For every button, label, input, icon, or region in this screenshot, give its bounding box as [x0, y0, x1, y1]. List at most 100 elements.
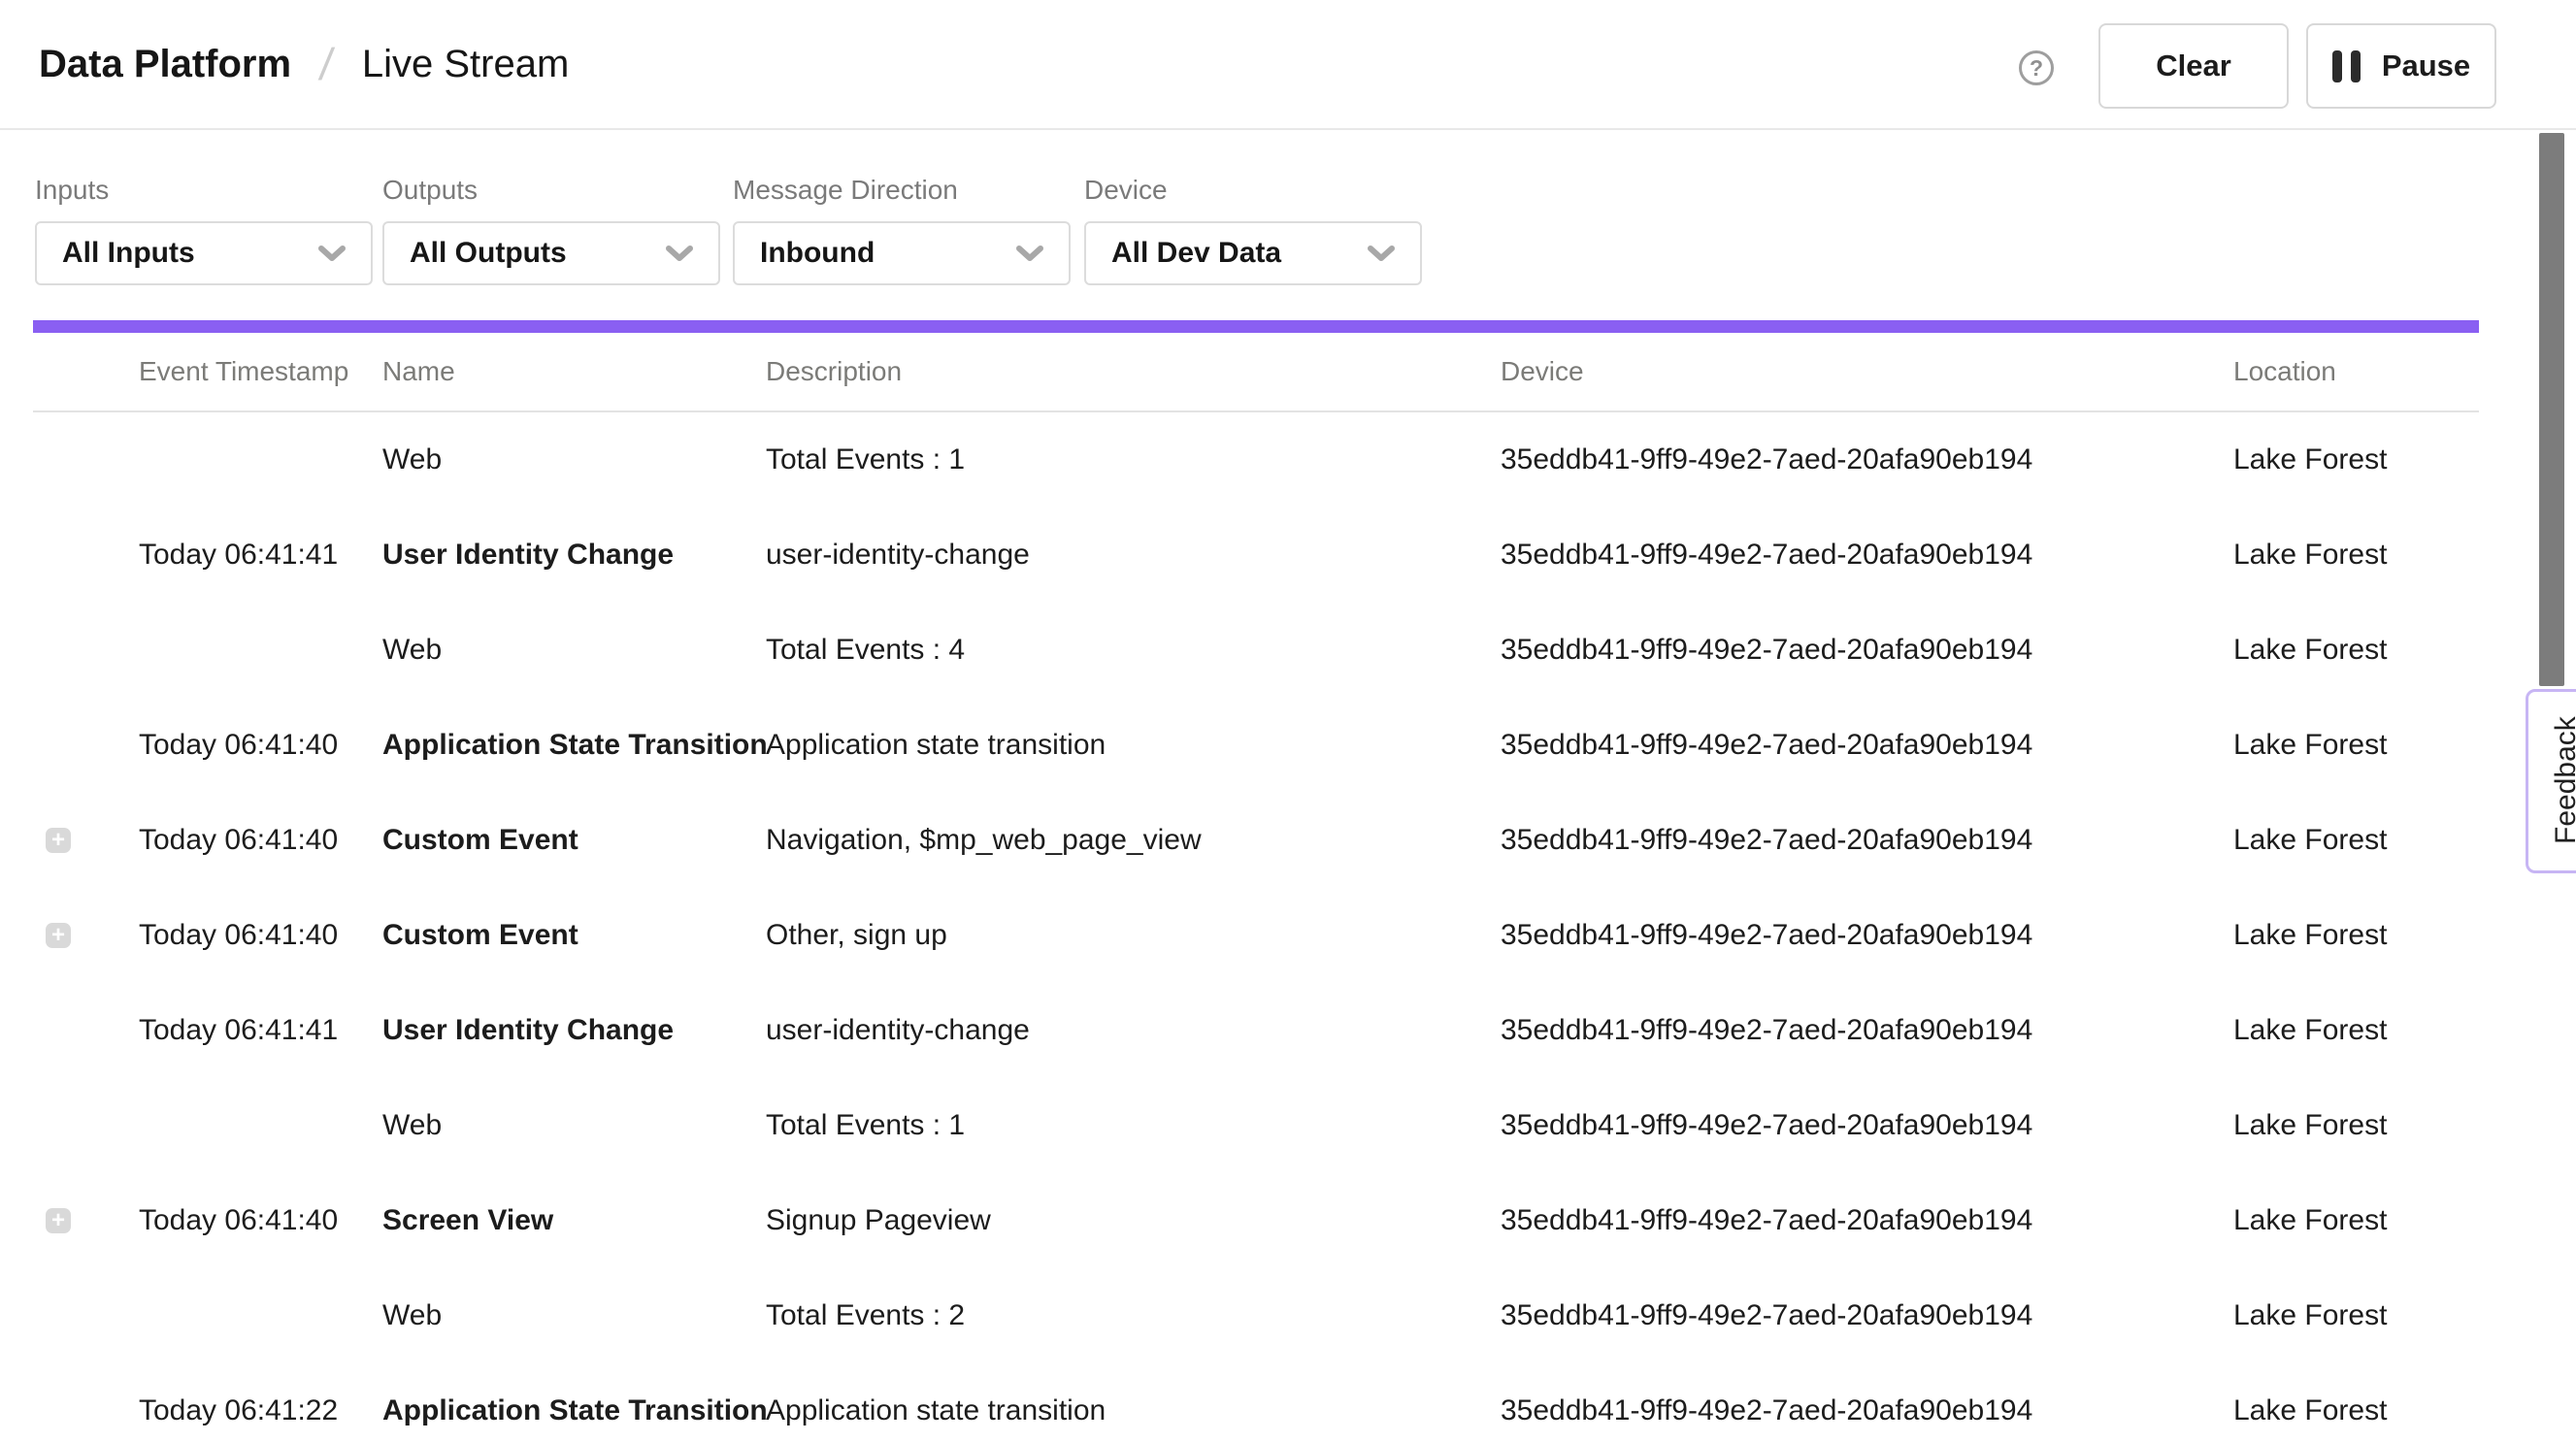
clear-button[interactable]: Clear [2098, 23, 2289, 109]
row-location: Lake Forest [2233, 1014, 2387, 1047]
row-name: Web [382, 443, 442, 476]
row-name: Screen View [382, 1204, 553, 1237]
row-description: user-identity-change [766, 539, 1030, 572]
chevron-down-icon [666, 246, 693, 262]
row-device: 35eddb41-9ff9-49e2-7aed-20afa90eb194 [1501, 443, 2032, 476]
row-device: 35eddb41-9ff9-49e2-7aed-20afa90eb194 [1501, 1204, 2032, 1237]
row-description: Application state transition [766, 729, 1106, 762]
table-row[interactable]: Web Total Events : 4 35eddb41-9ff9-49e2-… [33, 603, 2479, 698]
row-device: 35eddb41-9ff9-49e2-7aed-20afa90eb194 [1501, 634, 2032, 667]
row-description: Navigation, $mp_web_page_view [766, 824, 1202, 857]
table-row[interactable]: Web Total Events : 1 35eddb41-9ff9-49e2-… [33, 1078, 2479, 1173]
row-description: Total Events : 4 [766, 634, 965, 667]
clear-button-label: Clear [2156, 49, 2231, 83]
chevron-down-icon [1368, 246, 1395, 262]
row-device: 35eddb41-9ff9-49e2-7aed-20afa90eb194 [1501, 824, 2032, 857]
filter-inputs-label: Inputs [35, 175, 373, 206]
filter-message-direction: Message Direction Inbound [733, 175, 1071, 285]
expand-row-button[interactable]: + [46, 1208, 71, 1233]
row-location: Lake Forest [2233, 919, 2387, 952]
row-device: 35eddb41-9ff9-49e2-7aed-20afa90eb194 [1501, 1299, 2032, 1332]
feedback-tab[interactable]: Feedback [2526, 689, 2576, 873]
row-event-timestamp: Today 06:41:40 [139, 919, 338, 952]
vertical-scrollbar[interactable] [2539, 133, 2564, 686]
chevron-down-icon [318, 246, 346, 262]
column-header-description: Description [766, 356, 902, 387]
row-event-timestamp: Today 06:41:41 [139, 539, 338, 572]
breadcrumb-root[interactable]: Data Platform [39, 43, 291, 86]
row-location: Lake Forest [2233, 1394, 2387, 1427]
inputs-dropdown[interactable]: All Inputs [35, 221, 373, 285]
chevron-down-icon [1016, 246, 1043, 262]
row-description: Other, sign up [766, 919, 947, 952]
pause-icon [2332, 50, 2361, 82]
row-location: Lake Forest [2233, 634, 2387, 667]
row-location: Lake Forest [2233, 1204, 2387, 1237]
row-name: Custom Event [382, 824, 578, 857]
breadcrumb: Data Platform / Live Stream [39, 0, 569, 128]
expand-row-button[interactable]: + [46, 828, 71, 853]
expand-row-button[interactable]: + [46, 923, 71, 948]
table-body: Web Total Events : 1 35eddb41-9ff9-49e2-… [33, 412, 2479, 1442]
filter-message-direction-label: Message Direction [733, 175, 1071, 206]
table-row[interactable]: + Today 06:41:40 Screen View Signup Page… [33, 1173, 2479, 1268]
row-device: 35eddb41-9ff9-49e2-7aed-20afa90eb194 [1501, 1014, 2032, 1047]
row-location: Lake Forest [2233, 1109, 2387, 1142]
row-location: Lake Forest [2233, 539, 2387, 572]
column-header-device: Device [1501, 356, 1584, 387]
row-event-timestamp: Today 06:41:40 [139, 824, 338, 857]
table-row[interactable]: Today 06:41:22 Application State Transit… [33, 1363, 2479, 1442]
feedback-tab-label: Feedback [2552, 718, 2576, 844]
row-location: Lake Forest [2233, 729, 2387, 762]
row-name: User Identity Change [382, 539, 674, 572]
row-device: 35eddb41-9ff9-49e2-7aed-20afa90eb194 [1501, 919, 2032, 952]
table-row[interactable]: Today 06:41:40 Application State Transit… [33, 698, 2479, 793]
outputs-dropdown[interactable]: All Outputs [382, 221, 720, 285]
row-name: User Identity Change [382, 1014, 674, 1047]
table-row[interactable]: Web Total Events : 2 35eddb41-9ff9-49e2-… [33, 1268, 2479, 1363]
row-event-timestamp: Today 06:41:40 [139, 1204, 338, 1237]
pause-button[interactable]: Pause [2306, 23, 2496, 109]
help-icon[interactable]: ? [2019, 50, 2054, 85]
filter-outputs: Outputs All Outputs [382, 175, 720, 285]
app-header: Data Platform / Live Stream ? Clear Paus… [0, 0, 2576, 130]
row-location: Lake Forest [2233, 443, 2387, 476]
row-name: Web [382, 634, 442, 667]
row-name: Application State Transition [382, 729, 768, 762]
column-header-event-timestamp: Event Timestamp [139, 356, 348, 387]
pause-button-label: Pause [2382, 49, 2470, 83]
table-row[interactable]: + Today 06:41:40 Custom Event Other, sig… [33, 888, 2479, 983]
row-description: Signup Pageview [766, 1204, 991, 1237]
message-direction-dropdown[interactable]: Inbound [733, 221, 1071, 285]
row-name: Web [382, 1299, 442, 1332]
row-description: Application state transition [766, 1394, 1106, 1427]
device-dropdown[interactable]: All Dev Data [1084, 221, 1422, 285]
table-row[interactable]: Today 06:41:41 User Identity Change user… [33, 983, 2479, 1078]
filter-outputs-label: Outputs [382, 175, 720, 206]
table-row[interactable]: Today 06:41:41 User Identity Change user… [33, 508, 2479, 603]
row-event-timestamp: Today 06:41:41 [139, 1014, 338, 1047]
filter-device: Device All Dev Data [1084, 175, 1422, 285]
row-event-timestamp: Today 06:41:40 [139, 729, 338, 762]
message-direction-dropdown-value: Inbound [760, 237, 875, 270]
table-row[interactable]: + Today 06:41:40 Custom Event Navigation… [33, 793, 2479, 888]
row-description: Total Events : 2 [766, 1299, 965, 1332]
row-device: 35eddb41-9ff9-49e2-7aed-20afa90eb194 [1501, 1394, 2032, 1427]
column-header-name: Name [382, 356, 455, 387]
row-name: Custom Event [382, 919, 578, 952]
row-location: Lake Forest [2233, 1299, 2387, 1332]
event-stream-table: Event Timestamp Name Description Device … [33, 333, 2479, 1442]
page-title: Live Stream [362, 43, 569, 86]
row-location: Lake Forest [2233, 824, 2387, 857]
live-stream-progress-bar [33, 320, 2479, 333]
column-header-location: Location [2233, 356, 2336, 387]
table-row[interactable]: Web Total Events : 1 35eddb41-9ff9-49e2-… [33, 412, 2479, 508]
filter-inputs: Inputs All Inputs [35, 175, 373, 285]
breadcrumb-separator: / [316, 38, 336, 90]
row-device: 35eddb41-9ff9-49e2-7aed-20afa90eb194 [1501, 729, 2032, 762]
row-name: Web [382, 1109, 442, 1142]
row-description: Total Events : 1 [766, 443, 965, 476]
inputs-dropdown-value: All Inputs [62, 237, 195, 270]
table-header-row: Event Timestamp Name Description Device … [33, 333, 2479, 412]
row-device: 35eddb41-9ff9-49e2-7aed-20afa90eb194 [1501, 539, 2032, 572]
